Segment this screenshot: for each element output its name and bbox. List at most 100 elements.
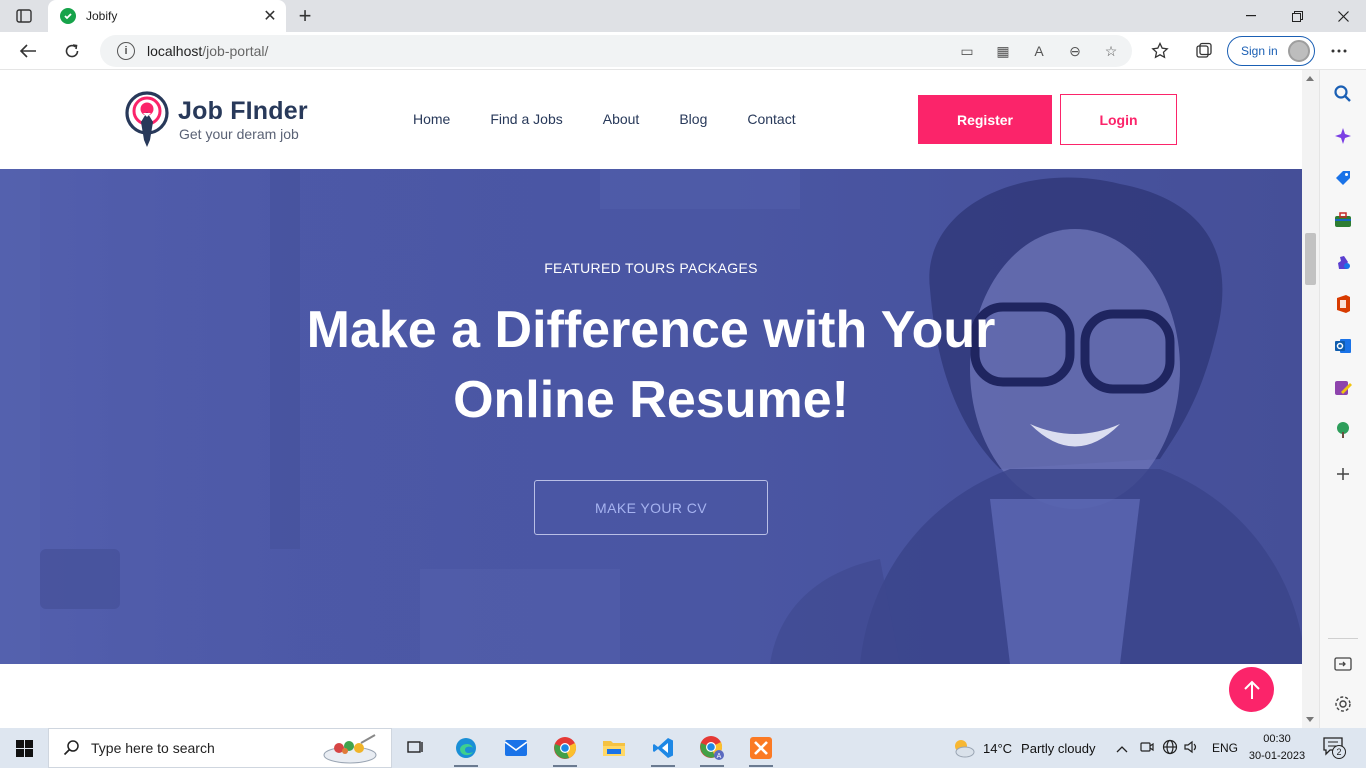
weather-widget[interactable]: 14°C Partly cloudy bbox=[950, 728, 1095, 768]
search-highlight-salad-icon bbox=[323, 734, 377, 764]
browser-tab-active[interactable]: Jobify ✕ bbox=[48, 0, 286, 32]
back-arrow-icon[interactable] bbox=[14, 37, 42, 65]
nav-blog[interactable]: Blog bbox=[679, 111, 707, 127]
system-clock[interactable]: 00:30 30-01-2023 bbox=[1238, 731, 1316, 765]
favorites-icon[interactable] bbox=[1146, 37, 1174, 65]
minimize-icon[interactable] bbox=[1228, 0, 1274, 32]
nav-find-jobs[interactable]: Find a Jobs bbox=[490, 111, 562, 127]
windows-taskbar: Type here to search A 14°C Partly cloudy… bbox=[0, 728, 1366, 768]
browser-toolbar: i localhost/job-portal/ ▭ ▦ A ⊖ ☆ Sign i… bbox=[0, 32, 1366, 70]
weather-description: Partly cloudy bbox=[1021, 740, 1096, 756]
sidebar-tools-briefcase-icon[interactable] bbox=[1333, 210, 1353, 230]
sidebar-games-chess-icon[interactable] bbox=[1333, 252, 1353, 272]
taskbar-mail-icon[interactable] bbox=[496, 732, 536, 764]
chrome-active-indicator bbox=[553, 765, 577, 767]
address-bar[interactable]: i localhost/job-portal/ ▭ ▦ A ⊖ ☆ bbox=[100, 35, 1132, 67]
taskbar-edge-icon[interactable] bbox=[446, 732, 486, 767]
profile-avatar bbox=[1288, 40, 1310, 62]
nav-about[interactable]: About bbox=[603, 111, 640, 127]
logo-title[interactable]: Job FInder bbox=[178, 97, 308, 126]
page-scrollbar[interactable] bbox=[1302, 70, 1319, 728]
notification-center-icon[interactable]: 2 bbox=[1322, 736, 1348, 760]
show-hidden-icons-chevron-icon[interactable] bbox=[1116, 741, 1130, 756]
sidebar-shopping-tag-icon[interactable] bbox=[1333, 168, 1353, 188]
sign-in-label: Sign in bbox=[1241, 44, 1278, 58]
windows-start-icon[interactable] bbox=[0, 728, 48, 768]
sidebar-outlook-icon[interactable] bbox=[1333, 336, 1353, 356]
sidebar-office-icon[interactable] bbox=[1333, 294, 1353, 314]
taskbar-search-placeholder: Type here to search bbox=[91, 740, 215, 756]
url-text: localhost/job-portal/ bbox=[147, 43, 269, 59]
scroll-up-arrow-icon[interactable] bbox=[1306, 76, 1314, 81]
browser-tab-strip: Jobify ✕ + bbox=[0, 0, 1366, 32]
zoom-out-icon[interactable]: ⊖ bbox=[1064, 39, 1086, 63]
read-aloud-icon[interactable]: A bbox=[1028, 39, 1050, 63]
sign-in-button[interactable]: Sign in bbox=[1227, 36, 1315, 66]
taskbar-chrome-profile-icon[interactable]: A bbox=[692, 732, 732, 767]
hero-title-line-1: Make a Difference with Your bbox=[306, 301, 996, 359]
notification-count-badge: 2 bbox=[1332, 745, 1346, 759]
meet-now-icon[interactable] bbox=[1140, 740, 1154, 757]
site-header: Job FInder Get your deram job Home Find … bbox=[0, 70, 1302, 169]
restore-icon[interactable] bbox=[1274, 0, 1320, 32]
sidebar-search-icon[interactable] bbox=[1333, 84, 1353, 104]
more-menu-icon[interactable] bbox=[1325, 37, 1353, 65]
xampp-active-indicator bbox=[749, 765, 773, 767]
edge-sidebar bbox=[1319, 70, 1366, 728]
scroll-down-arrow-icon[interactable] bbox=[1306, 717, 1314, 722]
nav-contact[interactable]: Contact bbox=[747, 111, 795, 127]
weather-temperature: 14°C bbox=[983, 740, 1013, 756]
partly-cloudy-icon bbox=[955, 740, 975, 758]
taskbar-xampp-icon[interactable] bbox=[741, 732, 781, 767]
scroll-to-top-button[interactable] bbox=[1229, 667, 1274, 712]
sidebar-designer-icon[interactable] bbox=[1333, 378, 1353, 398]
main-nav: Home Find a Jobs About Blog Contact bbox=[413, 111, 836, 127]
refresh-icon[interactable] bbox=[58, 37, 86, 65]
tab-actions-icon[interactable] bbox=[10, 6, 38, 26]
close-window-icon[interactable] bbox=[1320, 0, 1366, 32]
qr-code-icon[interactable]: ▦ bbox=[992, 39, 1014, 63]
hero-title-line-2: Online Resume! bbox=[453, 371, 849, 429]
hero-title: Make a Difference with Your Online Resum… bbox=[251, 295, 1051, 435]
tab-favicon-check-icon bbox=[60, 8, 76, 24]
tray-icons: ENG bbox=[1116, 728, 1238, 768]
register-button[interactable]: Register bbox=[918, 95, 1052, 144]
sidebar-divider bbox=[1328, 638, 1358, 639]
nav-home[interactable]: Home bbox=[413, 111, 450, 127]
make-cv-button[interactable]: MAKE YOUR CV bbox=[534, 480, 768, 535]
task-view-icon[interactable] bbox=[396, 732, 436, 764]
volume-icon[interactable] bbox=[1184, 740, 1200, 757]
scrollbar-thumb[interactable] bbox=[1305, 233, 1316, 285]
hero-subtitle: FEATURED TOURS PACKAGES bbox=[544, 260, 758, 276]
taskbar-search-icon bbox=[63, 740, 79, 756]
tab-close-icon[interactable]: ✕ bbox=[258, 4, 282, 28]
collections-icon[interactable] bbox=[1190, 37, 1218, 65]
edge-active-indicator bbox=[454, 765, 478, 767]
sidebar-add-plus-icon[interactable] bbox=[1333, 464, 1353, 484]
taskbar-search-input[interactable]: Type here to search bbox=[48, 728, 392, 768]
new-tab-plus-icon[interactable]: + bbox=[292, 3, 318, 28]
arrow-up-icon bbox=[1243, 680, 1260, 699]
svg-text:A: A bbox=[717, 753, 722, 760]
page-viewport: Job FInder Get your deram job Home Find … bbox=[0, 70, 1302, 728]
vscode-active-indicator bbox=[651, 765, 675, 767]
sidebar-hide-panel-icon[interactable] bbox=[1333, 654, 1353, 674]
hero-banner: FEATURED TOURS PACKAGES Make a Differenc… bbox=[0, 169, 1302, 664]
network-globe-icon[interactable] bbox=[1162, 739, 1178, 758]
input-language-indicator[interactable]: ENG bbox=[1212, 741, 1238, 755]
tab-title: Jobify bbox=[86, 9, 118, 23]
sidebar-tree-icon[interactable] bbox=[1333, 420, 1353, 440]
app-available-icon[interactable]: ▭ bbox=[956, 39, 978, 63]
taskbar-vscode-icon[interactable] bbox=[643, 732, 683, 767]
chrome-profile-active-indicator bbox=[700, 765, 724, 767]
site-info-icon[interactable]: i bbox=[117, 42, 135, 60]
clock-date: 30-01-2023 bbox=[1248, 750, 1306, 762]
sidebar-settings-gear-icon[interactable] bbox=[1333, 694, 1353, 714]
taskbar-chrome-icon[interactable] bbox=[545, 732, 585, 767]
login-button[interactable]: Login bbox=[1060, 94, 1177, 145]
taskbar-file-explorer-icon[interactable] bbox=[594, 732, 634, 764]
job-finder-logo-icon[interactable] bbox=[124, 90, 170, 148]
logo-tagline: Get your deram job bbox=[179, 126, 299, 142]
add-favorite-star-icon[interactable]: ☆ bbox=[1100, 39, 1122, 63]
sidebar-copilot-sparkle-icon[interactable] bbox=[1333, 126, 1353, 146]
